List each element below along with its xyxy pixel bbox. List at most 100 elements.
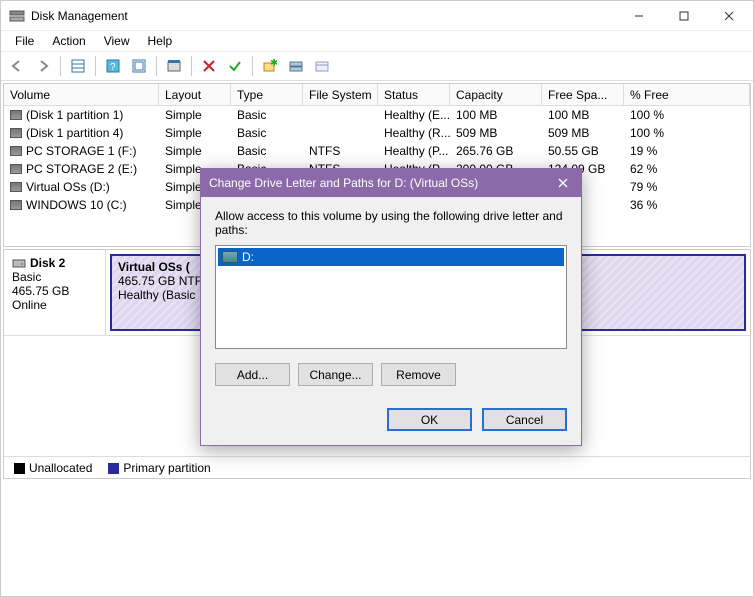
- forward-icon[interactable]: [31, 54, 55, 78]
- toolbar-separator: [95, 56, 96, 76]
- new-partition-icon[interactable]: ✱: [258, 54, 282, 78]
- cell-type: Basic: [231, 107, 303, 123]
- refresh-icon[interactable]: [127, 54, 151, 78]
- properties-icon[interactable]: [162, 54, 186, 78]
- drive-letter-label: D:: [242, 250, 254, 264]
- dialog-title-bar[interactable]: Change Drive Letter and Paths for D: (Vi…: [201, 169, 581, 197]
- cell-volume: (Disk 1 partition 1): [4, 107, 159, 123]
- disk-info[interactable]: Disk 2 Basic 465.75 GB Online: [4, 250, 106, 335]
- table-row[interactable]: (Disk 1 partition 4)SimpleBasic Healthy (…: [4, 124, 750, 142]
- disk-status: Online: [12, 298, 97, 312]
- volume-icon: [10, 146, 22, 156]
- ok-button[interactable]: OK: [387, 408, 472, 431]
- toolbar-separator: [156, 56, 157, 76]
- cell-free: 509 MB: [542, 125, 624, 141]
- cell-status: Healthy (P...: [378, 143, 450, 159]
- table-row[interactable]: PC STORAGE 1 (F:)SimpleBasicNTFSHealthy …: [4, 142, 750, 160]
- cell-type: Basic: [231, 143, 303, 159]
- legend: Unallocated Primary partition: [4, 456, 750, 478]
- menu-action[interactable]: Action: [44, 32, 93, 50]
- cell-type: Basic: [231, 125, 303, 141]
- col-volume[interactable]: Volume: [4, 84, 159, 105]
- volume-icon: [10, 164, 22, 174]
- cell-volume: (Disk 1 partition 4): [4, 125, 159, 141]
- cell-capacity: 509 MB: [450, 125, 542, 141]
- volume-icon: [10, 110, 22, 120]
- menu-bar: File Action View Help: [1, 31, 753, 51]
- col-freespace[interactable]: Free Spa...: [542, 84, 624, 105]
- close-button[interactable]: [706, 2, 751, 30]
- volume-icon: [10, 182, 22, 192]
- col-pctfree[interactable]: % Free: [624, 84, 750, 105]
- back-icon[interactable]: [5, 54, 29, 78]
- title-bar: Disk Management: [1, 1, 753, 31]
- help-icon[interactable]: ?: [101, 54, 125, 78]
- cell-volume: WINDOWS 10 (C:): [4, 197, 159, 213]
- cell-status: Healthy (R...: [378, 125, 450, 141]
- minimize-button[interactable]: [616, 2, 661, 30]
- cell-layout: Simple: [159, 125, 231, 141]
- cell-free: 100 MB: [542, 107, 624, 123]
- dialog-close-button[interactable]: [545, 169, 581, 197]
- cell-layout: Simple: [159, 143, 231, 159]
- col-type[interactable]: Type: [231, 84, 303, 105]
- window-title: Disk Management: [31, 9, 616, 23]
- cell-fs: NTFS: [303, 143, 378, 159]
- toolbar-separator: [60, 56, 61, 76]
- cell-layout: Simple: [159, 107, 231, 123]
- drive-letter-list[interactable]: D:: [215, 245, 567, 349]
- col-layout[interactable]: Layout: [159, 84, 231, 105]
- menu-help[interactable]: Help: [140, 32, 181, 50]
- check-icon[interactable]: [223, 54, 247, 78]
- dialog-action-row: Add... Change... Remove: [215, 363, 567, 386]
- cell-pfree: 36 %: [624, 197, 750, 213]
- toolbar-separator: [252, 56, 253, 76]
- col-status[interactable]: Status: [378, 84, 450, 105]
- dialog-confirm-row: OK Cancel: [215, 408, 567, 431]
- menu-view[interactable]: View: [96, 32, 138, 50]
- volume-icon: [10, 128, 22, 138]
- dialog-body: Allow access to this volume by using the…: [201, 197, 581, 445]
- cell-fs: [303, 114, 378, 116]
- svg-text:?: ?: [110, 62, 116, 73]
- volume-header: Volume Layout Type File System Status Ca…: [4, 84, 750, 106]
- window-controls: [616, 2, 751, 30]
- app-icon: [9, 8, 25, 24]
- cell-free: 50.55 GB: [542, 143, 624, 159]
- svg-text:✱: ✱: [270, 59, 277, 69]
- cell-pfree: 100 %: [624, 107, 750, 123]
- cell-volume: PC STORAGE 2 (E:): [4, 161, 159, 177]
- list-view-icon[interactable]: [66, 54, 90, 78]
- legend-primary: Primary partition: [108, 461, 210, 475]
- disk-size: 465.75 GB: [12, 284, 97, 298]
- drive-icon: [222, 251, 238, 263]
- cell-pfree: 100 %: [624, 125, 750, 141]
- col-capacity[interactable]: Capacity: [450, 84, 542, 105]
- add-button[interactable]: Add...: [215, 363, 290, 386]
- cell-volume: PC STORAGE 1 (F:): [4, 143, 159, 159]
- remove-button[interactable]: Remove: [381, 363, 456, 386]
- disk-props-icon[interactable]: [310, 54, 334, 78]
- cell-capacity: 100 MB: [450, 107, 542, 123]
- cell-fs: [303, 132, 378, 134]
- cancel-button[interactable]: Cancel: [482, 408, 567, 431]
- dialog-title: Change Drive Letter and Paths for D: (Vi…: [209, 176, 545, 190]
- disk-type: Basic: [12, 270, 97, 284]
- toolbar-separator: [191, 56, 192, 76]
- cell-pfree: 62 %: [624, 161, 750, 177]
- menu-file[interactable]: File: [7, 32, 42, 50]
- cell-pfree: 79 %: [624, 179, 750, 195]
- change-button[interactable]: Change...: [298, 363, 373, 386]
- disk-name: Disk 2: [30, 256, 65, 270]
- dialog-instruction: Allow access to this volume by using the…: [215, 209, 567, 237]
- maximize-button[interactable]: [661, 2, 706, 30]
- disk-layout-icon[interactable]: [284, 54, 308, 78]
- volume-icon: [10, 200, 22, 210]
- delete-icon[interactable]: [197, 54, 221, 78]
- col-filesystem[interactable]: File System: [303, 84, 378, 105]
- table-row[interactable]: (Disk 1 partition 1)SimpleBasicHealthy (…: [4, 106, 750, 124]
- change-drive-letter-dialog: Change Drive Letter and Paths for D: (Vi…: [200, 168, 582, 446]
- list-item[interactable]: D:: [218, 248, 564, 266]
- cell-pfree: 19 %: [624, 143, 750, 159]
- legend-unallocated: Unallocated: [14, 461, 92, 475]
